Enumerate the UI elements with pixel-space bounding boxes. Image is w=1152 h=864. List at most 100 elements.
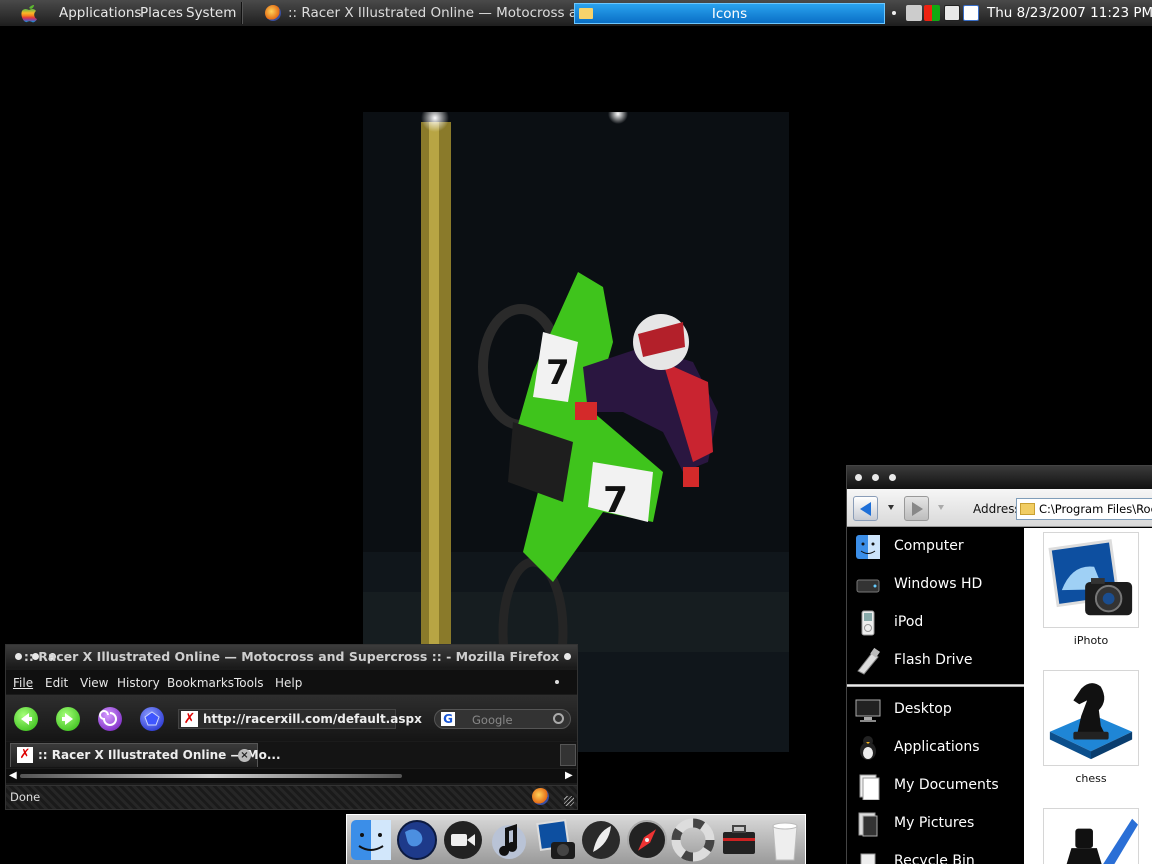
tab-bar: ✗ :: Racer X Illustrated Online — Mo... …	[6, 742, 577, 768]
sidebar-item-recycle-bin[interactable]: Recycle Bin	[847, 845, 1024, 864]
window-menu-button[interactable]	[564, 653, 571, 660]
network-icon[interactable]	[906, 5, 922, 21]
apple-icon[interactable]	[18, 3, 40, 23]
menu-help[interactable]: Help	[275, 676, 302, 690]
sidebar-item-applications[interactable]: Applications	[847, 731, 1024, 765]
firefox-icon	[265, 5, 281, 21]
scroll-thumb[interactable]	[20, 774, 402, 778]
forward-history-dropdown[interactable]	[938, 505, 944, 510]
address-bar[interactable]: C:\Program Files\Rocket	[1016, 498, 1152, 520]
forward-button[interactable]	[904, 496, 929, 521]
sidebar-item-label: My Pictures	[894, 815, 975, 831]
search-placeholder: Google	[472, 713, 513, 727]
arrow-right-icon	[62, 713, 73, 725]
menu-history[interactable]: History	[117, 676, 160, 690]
itunes-icon[interactable]	[487, 818, 531, 862]
sidebar-item-flash-drive[interactable]: Flash Drive	[847, 644, 1024, 678]
scroll-right-icon[interactable]: ▶	[565, 770, 573, 781]
sidebar-item-label: Flash Drive	[894, 652, 973, 668]
toolbox-icon[interactable]	[717, 818, 761, 862]
video-camera-icon[interactable]	[441, 818, 485, 862]
sidebar-divider	[847, 684, 1024, 687]
sidebar-item-label: iPod	[894, 614, 924, 630]
menu-edit[interactable]: Edit	[45, 676, 68, 690]
sidebar-item-label: Computer	[894, 538, 964, 554]
applications-icon	[860, 736, 876, 760]
url-bar[interactable]: ✗ http://racerxill.com/default.aspx	[178, 709, 422, 729]
content-scrollbar[interactable]: ◀ ▶	[6, 769, 577, 783]
pictures-icon	[858, 812, 878, 837]
svg-text:7: 7	[603, 480, 628, 521]
status-bar: Done	[6, 785, 577, 809]
sidebar-item-my-documents[interactable]: My Documents	[847, 769, 1024, 803]
close-button[interactable]	[855, 474, 862, 481]
maximize-button[interactable]	[889, 474, 896, 481]
folder-icon	[1020, 503, 1035, 515]
reload-button[interactable]	[98, 707, 122, 731]
status-text: Done	[10, 790, 41, 804]
tab-racerx[interactable]: ✗ :: Racer X Illustrated Online — Mo... …	[10, 743, 281, 767]
edit-icon[interactable]	[963, 5, 979, 21]
menu-bookmarks[interactable]: Bookmarks	[167, 676, 234, 690]
tab-list-button[interactable]	[560, 744, 576, 766]
iphoto-icon	[1043, 532, 1139, 628]
lifebuoy-icon[interactable]	[671, 818, 715, 862]
finder-face-icon	[856, 535, 880, 559]
taskbar-button-label: Icons	[711, 6, 748, 22]
tile-label: iPhoto	[1073, 634, 1109, 647]
sidebar-item-my-pictures[interactable]: My Pictures	[847, 807, 1024, 841]
google-icon[interactable]: G	[441, 712, 455, 726]
back-history-dropdown[interactable]	[888, 505, 894, 510]
taskbar-button-icons[interactable]: Icons	[574, 3, 885, 24]
minimize-button[interactable]	[872, 474, 879, 481]
sidebar-item-computer[interactable]: Computer	[847, 530, 1024, 564]
arrow-left-icon	[21, 713, 32, 725]
firefox-icon[interactable]	[532, 788, 549, 805]
desktop: Applications Places System :: Racer X Il…	[0, 0, 1152, 864]
search-box[interactable]: G Google	[434, 709, 571, 729]
scroll-left-icon[interactable]: ◀	[9, 770, 17, 781]
menu-places[interactable]: Places	[140, 5, 183, 21]
back-button[interactable]	[14, 707, 38, 731]
firefox-titlebar[interactable]: :: Racer X Illustrated Online — Motocros…	[6, 645, 577, 668]
notes-icon[interactable]	[944, 5, 960, 21]
ipod-icon	[861, 610, 875, 636]
finder-icon[interactable]	[349, 818, 393, 862]
sidebar-item-ipod[interactable]: iPod	[847, 606, 1024, 640]
explorer-titlebar[interactable]	[847, 466, 1152, 489]
iphoto-icon[interactable]	[533, 818, 577, 862]
globe-icon[interactable]	[395, 818, 439, 862]
sidebar-item-windows-hd[interactable]: Windows HD	[847, 568, 1024, 602]
back-button[interactable]	[853, 496, 878, 521]
updates-icon[interactable]	[924, 5, 940, 21]
ink-pen-icon	[1043, 808, 1139, 864]
firefox-menubar: File Edit View History Bookmarks Tools H…	[6, 670, 577, 694]
hard-drive-icon	[856, 579, 880, 593]
dock	[346, 814, 806, 864]
menu-view[interactable]: View	[80, 676, 108, 690]
window-title: :: Racer X Illustrated Online — Motocros…	[23, 649, 560, 664]
home-button[interactable]	[140, 707, 164, 731]
menu-system[interactable]: System	[186, 5, 236, 21]
menu-file[interactable]: File	[13, 676, 33, 690]
dot-icon[interactable]	[892, 11, 896, 15]
chess-knight-icon	[1043, 670, 1139, 766]
resize-grip[interactable]	[564, 796, 574, 806]
menu-applications[interactable]: Applications	[59, 5, 141, 21]
explorer-toolbar: Address C:\Program Files\Rocket	[847, 489, 1152, 527]
sidebar-item-label: My Documents	[894, 777, 999, 793]
sidebar-item-label: Applications	[894, 739, 980, 755]
monitor-icon	[855, 699, 881, 722]
taskbar-button-firefox[interactable]: :: Racer X Illustrated Online — Motocros…	[262, 2, 574, 25]
feather-icon[interactable]	[579, 818, 623, 862]
sidebar-item-desktop[interactable]: Desktop	[847, 693, 1024, 727]
clock[interactable]: Thu 8/23/2007 11:23 PM	[987, 5, 1152, 21]
menu-tools[interactable]: Tools	[234, 676, 264, 690]
forward-button[interactable]	[56, 707, 80, 731]
close-tab-icon[interactable]: ×	[238, 749, 251, 762]
safari-compass-icon[interactable]	[625, 818, 669, 862]
sidebar-item-label: Desktop	[894, 701, 952, 717]
search-icon[interactable]	[553, 713, 564, 724]
trash-icon[interactable]	[763, 818, 807, 862]
svg-text:7: 7	[546, 353, 570, 393]
